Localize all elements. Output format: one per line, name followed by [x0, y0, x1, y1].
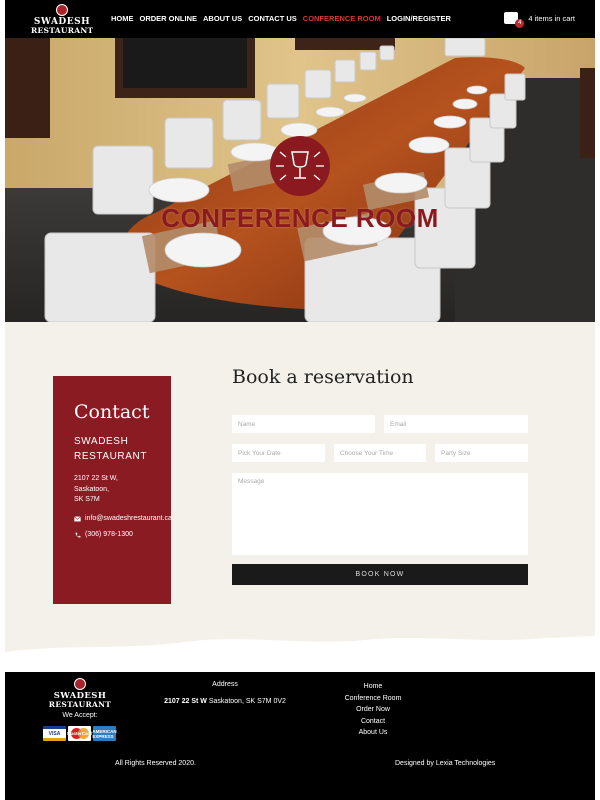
cart-label[interactable]: 4 items in cart [528, 14, 575, 23]
logo-emblem-icon [56, 4, 68, 16]
envelope-icon [74, 515, 81, 521]
site-footer: SWADESH RESTAURANT We Accept: VISA Maste… [5, 672, 595, 800]
footer-links: Home Conference Room Order Now Contact A… [323, 681, 423, 739]
contact-address-line1: 2107 22 St W, [74, 475, 118, 482]
footer-link-contact[interactable]: Contact [323, 716, 423, 728]
footer-link-home[interactable]: Home [323, 681, 423, 693]
mastercard-icon: MasterCard [67, 726, 92, 741]
party-size-input[interactable]: Party Size [435, 444, 528, 462]
footer-address-street: 2107 22 St W [164, 698, 207, 705]
booking-section: Contact SWADESH RESTAURANT 2107 22 St W,… [5, 322, 595, 672]
footer-link-conference-room[interactable]: Conference Room [323, 693, 423, 705]
footer-logo-line2: RESTAURANT [48, 700, 112, 709]
contact-phone-row[interactable]: (306) 978-1300 [74, 531, 133, 538]
nav-item-login-register[interactable]: LOGIN/REGISTER [387, 14, 451, 23]
site-logo[interactable]: SWADESH RESTAURANT [31, 4, 94, 35]
footer-address: 2107 22 St W Saskatoon, SK S7M 0V2 [135, 698, 315, 705]
hero-title: CONFERENCE ROOM [161, 203, 439, 233]
we-accept-label: We Accept: [62, 712, 98, 719]
payment-cards: VISA MasterCard AMERICAN EXPRESS [43, 726, 117, 741]
contact-phone[interactable]: (306) 978-1300 [85, 531, 133, 538]
phone-icon [75, 532, 81, 537]
visa-card-icon: VISA [43, 726, 66, 741]
nav-item-about-us[interactable]: ABOUT US [203, 14, 242, 23]
contact-restaurant-name: SWADESH RESTAURANT [74, 436, 148, 462]
page: SWADESH RESTAURANT HOME ORDER ONLINE ABO… [0, 0, 600, 800]
main-menu: HOME ORDER ONLINE ABOUT US CONTACT US CO… [111, 14, 457, 23]
contact-email-row[interactable]: info@swadeshrestaurant.ca [74, 515, 172, 522]
contact-email[interactable]: info@swadeshrestaurant.ca [85, 515, 172, 522]
message-textarea[interactable]: Message [232, 473, 528, 555]
book-now-button[interactable]: BOOK NOW [232, 564, 528, 585]
copyright-text: All Rights Reserved 2020. [115, 760, 196, 767]
mastercard-label: MasterCard [67, 731, 92, 736]
time-picker-input[interactable]: Choose Your Time [334, 444, 426, 462]
footer-logo-emblem-icon [74, 678, 86, 690]
nav-item-contact-us[interactable]: CONTACT US [248, 14, 297, 23]
brush-stroke-divider [5, 636, 595, 672]
footer-link-about-us[interactable]: About Us [323, 727, 423, 739]
logo-text-line2: RESTAURANT [31, 26, 94, 35]
wine-glass-cutlery-icon [270, 136, 330, 196]
contact-heading: Contact [74, 401, 150, 423]
reservation-title: Book a reservation [232, 366, 414, 388]
designed-by-link[interactable]: Designed by Lexia Technologies [395, 760, 495, 767]
name-input[interactable]: Name [232, 415, 375, 433]
date-picker-input[interactable]: Pick Your Date [232, 444, 325, 462]
contact-address-line3: SK S7M [74, 496, 100, 503]
nav-item-home[interactable]: HOME [111, 14, 134, 23]
cart-count-badge: 4 [515, 19, 525, 28]
footer-link-order-now[interactable]: Order Now [323, 704, 423, 716]
cart-widget[interactable]: 4 4 items in cart [504, 12, 575, 28]
cart-icon[interactable]: 4 [504, 12, 525, 28]
footer-address-heading: Address [212, 681, 238, 688]
contact-address: 2107 22 St W, Saskatoon, SK S7M [74, 474, 159, 506]
contact-card: Contact SWADESH RESTAURANT 2107 22 St W,… [53, 376, 172, 604]
footer-address-city: Saskatoon, SK S7M 0V2 [208, 698, 286, 705]
top-navbar: SWADESH RESTAURANT HOME ORDER ONLINE ABO… [5, 0, 595, 38]
footer-logo[interactable]: SWADESH RESTAURANT [45, 678, 115, 709]
hero-banner: CONFERENCE ROOM [5, 38, 595, 322]
email-input[interactable]: Email [384, 415, 528, 433]
nav-item-conference-room[interactable]: CONFERENCE ROOM [303, 14, 381, 23]
amex-card-icon: AMERICAN EXPRESS [92, 726, 117, 741]
nav-item-order-online[interactable]: ORDER ONLINE [140, 14, 198, 23]
contact-address-line2: Saskatoon, [74, 485, 110, 493]
